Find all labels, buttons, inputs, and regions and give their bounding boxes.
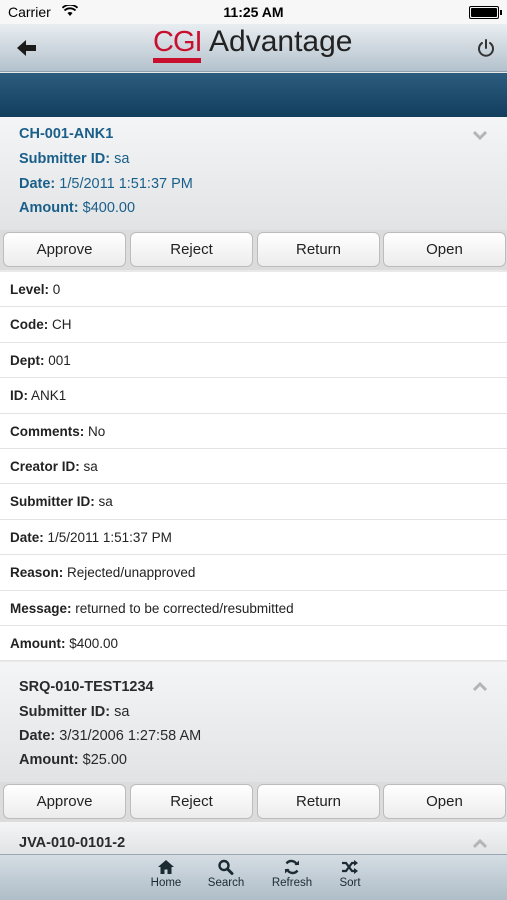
item-title: CH-001-ANK1 — [19, 126, 114, 142]
status-bar: Carrier 11:25 AM — [0, 0, 507, 24]
item-summary-2[interactable]: SRQ-010-TEST1234 Submitter ID: sa Date: … — [0, 662, 507, 782]
item-amount: Amount: $400.00 — [19, 200, 136, 216]
tab-refresh[interactable]: Refresh — [262, 859, 322, 889]
detail-row-date: Date: 1/5/2011 1:51:37 PM — [0, 519, 507, 556]
power-icon[interactable] — [475, 37, 497, 59]
chevron-down-icon[interactable] — [473, 130, 487, 140]
detail-row-creator: Creator ID: sa — [0, 448, 507, 485]
detail-row-dept: Dept: 001 — [0, 342, 507, 379]
battery-icon — [469, 6, 502, 19]
action-row-1: Approve Reject Return Open — [0, 230, 507, 270]
logo-advantage-text: Advantage — [209, 25, 353, 58]
reject-button[interactable]: Reject — [130, 784, 253, 819]
logo-underline — [153, 58, 201, 63]
item-submitter: Submitter ID: sa — [19, 704, 130, 720]
logo-cgi-text: CGI — [153, 26, 203, 58]
detail-row-reason: Reason: Rejected/unapproved — [0, 555, 507, 591]
chevron-up-icon[interactable] — [473, 682, 487, 692]
tab-home-label: Home — [150, 877, 182, 889]
reject-button[interactable]: Reject — [130, 232, 253, 267]
back-arrow-icon[interactable] — [14, 36, 40, 60]
detail-row-comments: Comments: No — [0, 413, 507, 449]
return-button[interactable]: Return — [257, 784, 380, 819]
item-submitter: Submitter ID: sa — [19, 151, 130, 167]
bottom-tab-bar: Home Search Refresh Sort — [0, 854, 507, 900]
open-button[interactable]: Open — [383, 784, 506, 819]
item-summary-3[interactable]: JVA-010-0101-2 — [0, 822, 507, 854]
chevron-up-icon[interactable] — [473, 839, 487, 849]
app-header: CGI Advantage — [0, 24, 507, 72]
header-band — [0, 73, 507, 117]
approve-button[interactable]: Approve — [3, 232, 126, 267]
tab-search-label: Search — [207, 877, 245, 889]
tab-sort-label: Sort — [339, 877, 361, 889]
cgi-advantage-logo: CGI Advantage — [153, 24, 353, 68]
detail-row-submitter: Submitter ID: sa — [0, 484, 507, 520]
return-button[interactable]: Return — [257, 232, 380, 267]
refresh-icon — [285, 859, 299, 875]
item-summary-1[interactable]: CH-001-ANK1 Submitter ID: sa Date: 1/5/2… — [0, 117, 507, 230]
open-button[interactable]: Open — [383, 232, 506, 267]
item-date: Date: 1/5/2011 1:51:37 PM — [19, 176, 193, 192]
item-amount: Amount: $25.00 — [19, 752, 127, 768]
tab-refresh-label: Refresh — [271, 877, 313, 889]
status-time: 11:25 AM — [223, 4, 284, 20]
item-title: JVA-010-0101-2 — [19, 835, 126, 851]
action-row-2: Approve Reject Return Open — [0, 782, 507, 822]
tab-search[interactable]: Search — [196, 859, 256, 889]
item-title: SRQ-010-TEST1234 — [19, 679, 154, 695]
shuffle-icon — [342, 860, 358, 874]
detail-row-code: Code: CH — [0, 307, 507, 343]
tab-home[interactable]: Home — [136, 859, 196, 889]
item-details-list: Level: 0 Code: CH Dept: 001 ID: ANK1 Com… — [0, 272, 507, 662]
detail-row-level: Level: 0 — [0, 272, 507, 308]
detail-row-amount: Amount: $400.00 — [0, 625, 507, 662]
detail-row-id: ID: ANK1 — [0, 378, 507, 414]
search-icon — [218, 859, 234, 875]
detail-row-message: Message: returned to be corrected/resubm… — [0, 590, 507, 626]
item-date: Date: 3/31/2006 1:27:58 AM — [19, 728, 202, 744]
home-icon — [158, 860, 174, 874]
approve-button[interactable]: Approve — [3, 784, 126, 819]
tab-sort[interactable]: Sort — [320, 859, 380, 889]
